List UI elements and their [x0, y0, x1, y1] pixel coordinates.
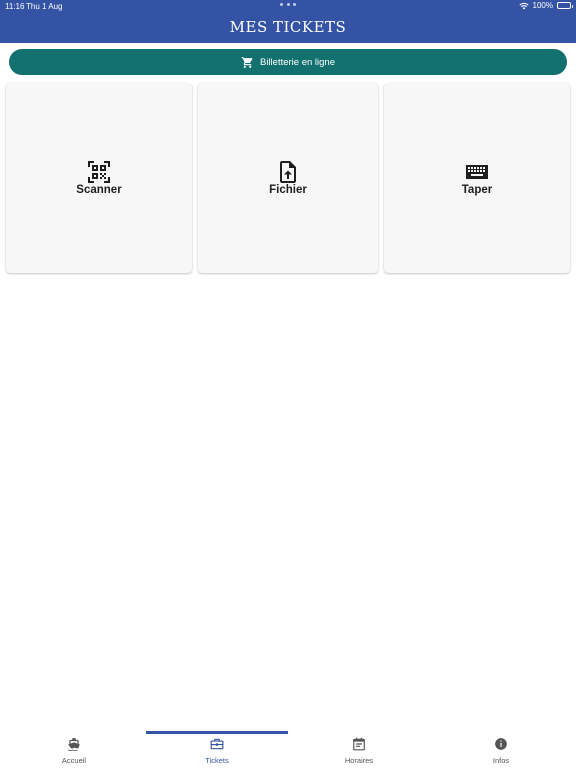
nav-item-accueil[interactable]: Accueil — [2, 731, 146, 768]
file-upload-icon — [276, 160, 300, 184]
shopping-cart-icon — [241, 56, 254, 69]
status-bar: 11:16 Thu 1 Aug 100% — [0, 0, 576, 12]
nav-label-horaires: Horaires — [344, 756, 374, 765]
boat-icon — [67, 737, 81, 751]
nav-label-tickets: Tickets — [205, 756, 229, 765]
scanner-label: Scanner — [76, 184, 122, 196]
file-card[interactable]: Fichier — [198, 83, 378, 273]
online-ticketing-label: Billetterie en ligne — [260, 56, 335, 68]
info-icon — [494, 737, 508, 751]
status-date: Thu 1 Aug — [26, 2, 63, 11]
briefcase-icon — [210, 737, 224, 751]
type-card[interactable]: Taper — [384, 83, 570, 273]
nav-label-accueil: Accueil — [61, 756, 87, 765]
battery-icon — [557, 2, 573, 9]
file-label: Fichier — [269, 184, 307, 196]
status-time: 11:16 — [5, 2, 25, 11]
nav-item-horaires[interactable]: Horaires — [287, 731, 431, 768]
page-title: MES TICKETS — [229, 18, 347, 36]
calendar-icon — [352, 737, 366, 751]
keyboard-icon — [465, 160, 489, 184]
bottom-nav: Accueil Tickets Horaires Infos — [0, 731, 576, 768]
multitasking-dots-icon[interactable] — [280, 3, 296, 7]
online-ticketing-button[interactable]: Billetterie en ligne — [9, 49, 567, 75]
scanner-card[interactable]: Scanner — [6, 83, 192, 273]
wifi-icon — [518, 2, 529, 10]
type-label: Taper — [461, 184, 493, 196]
nav-label-infos: Infos — [492, 756, 510, 765]
nav-item-infos[interactable]: Infos — [429, 731, 573, 768]
app-header: 11:16 Thu 1 Aug 100% MES TICKETS — [0, 0, 576, 43]
qr-code-scan-icon — [87, 160, 111, 184]
nav-item-tickets[interactable]: Tickets — [145, 731, 289, 768]
battery-percent: 100% — [532, 1, 553, 10]
status-right: 100% — [518, 1, 573, 10]
